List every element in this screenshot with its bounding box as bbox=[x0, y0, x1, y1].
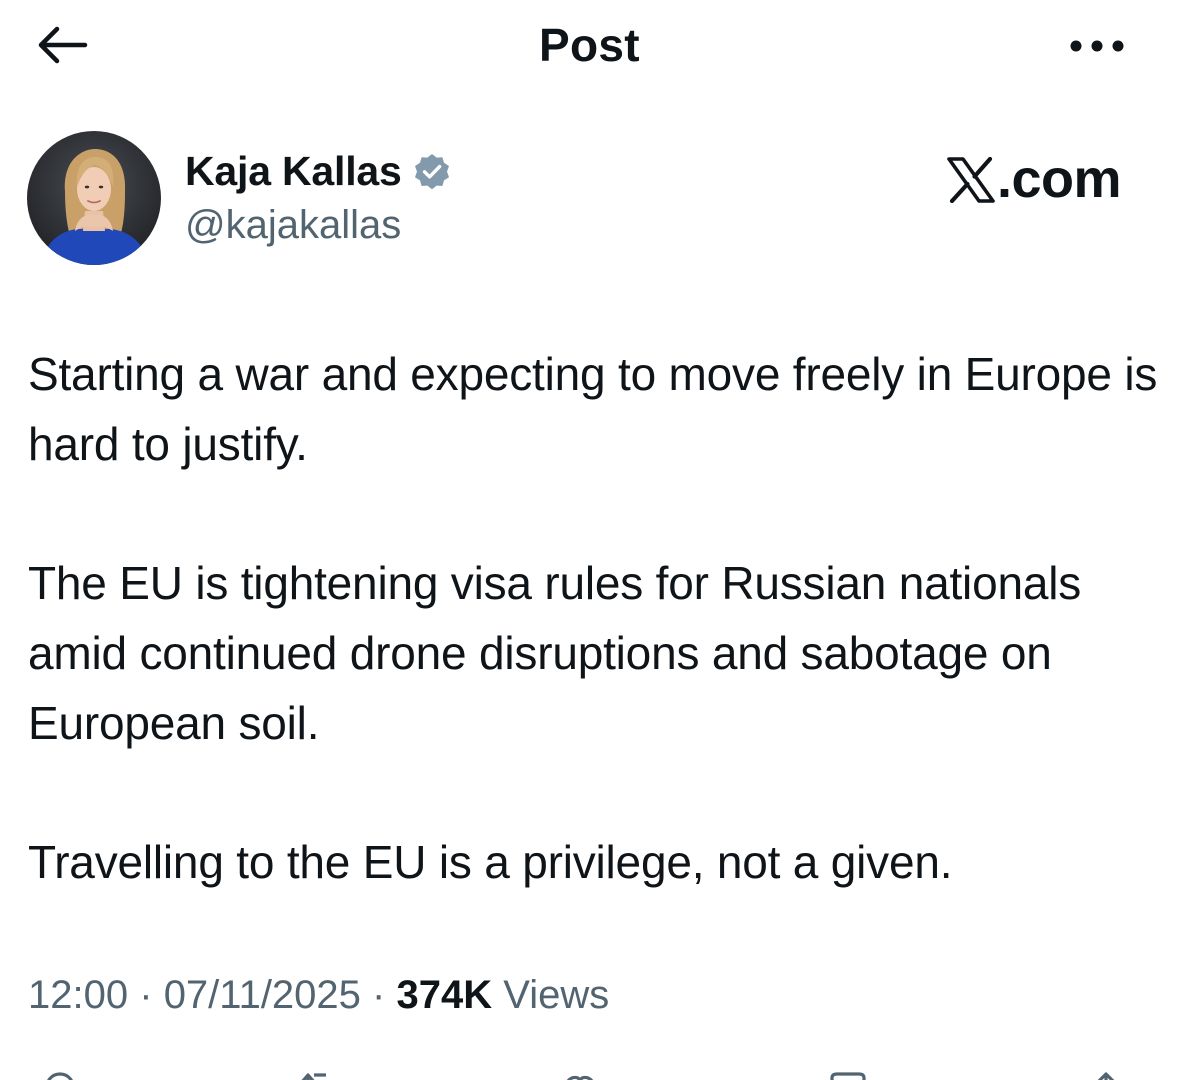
post-metadata: 12:00 · 07/11/2025 · 374K Views bbox=[28, 973, 609, 1018]
more-options-button[interactable] bbox=[1067, 26, 1127, 66]
avatar[interactable] bbox=[27, 131, 161, 265]
post-text: Starting a war and expecting to move fre… bbox=[28, 339, 1158, 897]
author-name-row[interactable]: Kaja Kallas bbox=[185, 148, 452, 195]
share-icon bbox=[1097, 1072, 1115, 1080]
meta-separator: · bbox=[139, 973, 153, 1017]
avatar-photo bbox=[27, 131, 161, 265]
bookmark-button[interactable] bbox=[828, 1068, 868, 1080]
share-button[interactable] bbox=[1086, 1068, 1126, 1080]
post-paragraph: Travelling to the EU is a privilege, not… bbox=[28, 836, 953, 888]
views-count[interactable]: 374K bbox=[397, 973, 493, 1017]
watermark-text: .com bbox=[996, 149, 1122, 209]
post-time[interactable]: 12:00 bbox=[28, 973, 128, 1017]
reply-icon bbox=[47, 1072, 73, 1080]
reply-button[interactable] bbox=[40, 1068, 80, 1080]
action-bar bbox=[0, 1068, 1179, 1080]
repost-button[interactable] bbox=[294, 1068, 334, 1080]
post-date[interactable]: 07/11/2025 bbox=[164, 973, 361, 1017]
like-icon bbox=[566, 1075, 594, 1080]
x-com-watermark: .com bbox=[947, 149, 1122, 209]
views-label[interactable]: Views bbox=[503, 973, 609, 1017]
post-paragraph: The EU is tightening visa rules for Russ… bbox=[28, 557, 1082, 749]
x-logo-icon bbox=[947, 157, 995, 203]
repost-icon bbox=[301, 1073, 326, 1080]
verified-badge-icon bbox=[414, 153, 449, 189]
meta-separator: · bbox=[372, 973, 386, 1017]
more-horizontal-icon bbox=[1070, 40, 1124, 52]
page-title: Post bbox=[539, 19, 640, 71]
post-paragraph: Starting a war and expecting to move fre… bbox=[28, 348, 1158, 470]
like-button[interactable] bbox=[560, 1068, 600, 1080]
author-name: Kaja Kallas bbox=[185, 148, 402, 194]
author-handle[interactable]: @kajakallas bbox=[185, 203, 401, 248]
top-bar: Post bbox=[0, 0, 1179, 95]
bookmark-icon bbox=[830, 1072, 866, 1080]
post-author: Kaja Kallas @kajakallas .com bbox=[27, 131, 1157, 271]
